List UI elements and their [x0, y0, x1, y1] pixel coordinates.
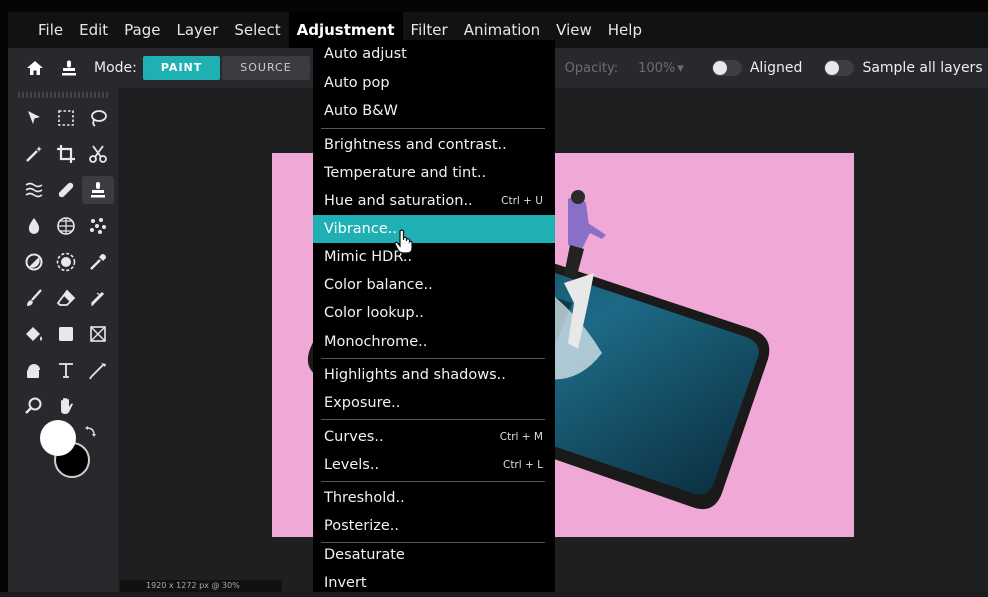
sample-all-layers-toggle[interactable] [824, 60, 855, 76]
menu-help[interactable]: Help [600, 12, 650, 48]
adjustment-menu: Auto adjust Auto pop Auto B&W Brightness… [313, 40, 555, 592]
shortcut-hint: Ctrl + M [499, 431, 543, 443]
blur-icon[interactable] [18, 212, 50, 240]
aligned-label: Aligned [749, 60, 803, 76]
menu-item-levels[interactable]: Levels.. Ctrl + L [313, 451, 555, 479]
menu-separator [321, 128, 545, 129]
pen-icon[interactable] [82, 356, 114, 384]
menu-item-color-balance[interactable]: Color balance.. [313, 271, 555, 299]
menu-item-desaturate[interactable]: Desaturate [313, 541, 555, 569]
mode-paint-button[interactable]: PAINT [142, 56, 221, 80]
move-icon[interactable] [18, 104, 50, 132]
menu-item-exposure[interactable]: Exposure.. [313, 389, 555, 417]
dodge-icon[interactable] [18, 248, 50, 276]
menu-item-label: Exposure.. [324, 395, 401, 411]
menu-item-temperature-tint[interactable]: Temperature and tint.. [313, 159, 555, 187]
zoom-icon[interactable] [18, 392, 50, 420]
menu-item-label: Curves.. [324, 429, 384, 445]
canvas-size-status: 1920 x 1272 px @ 30% [120, 580, 282, 592]
lasso-icon[interactable] [82, 104, 114, 132]
shortcut-hint: Ctrl + L [502, 459, 543, 471]
menu-item-posterize[interactable]: Posterize.. [313, 512, 555, 540]
fill-icon[interactable] [18, 320, 50, 348]
hand-icon[interactable] [50, 392, 82, 420]
menu-item-auto-adjust[interactable]: Auto adjust [313, 40, 555, 68]
liquify-icon[interactable] [18, 176, 50, 204]
swap-colors-icon[interactable] [84, 424, 98, 438]
eyedropper-icon[interactable] [82, 248, 114, 276]
opacity-dropdown-icon[interactable]: ▾ [677, 61, 684, 76]
menu-separator [321, 358, 545, 359]
gradient-icon[interactable] [18, 356, 50, 384]
menu-item-highlights-shadows[interactable]: Highlights and shadows.. [313, 361, 555, 389]
menu-item-auto-bw[interactable]: Auto B&W [313, 97, 555, 125]
aligned-toggle[interactable] [711, 60, 742, 76]
menu-separator [321, 419, 545, 420]
eraser-icon[interactable] [50, 284, 82, 312]
menu-item-label: Auto adjust [324, 46, 407, 62]
menu-item-label: Monochrome.. [324, 334, 428, 350]
menu-file[interactable]: File [30, 12, 71, 48]
panel-grip[interactable] [18, 92, 108, 98]
hand-pointer-cursor-icon [394, 229, 414, 259]
menu-item-label: Color lookup.. [324, 305, 424, 321]
opacity-label: Opacity: [564, 60, 619, 76]
menu-item-brightness-contrast[interactable]: Brightness and contrast.. [313, 131, 555, 159]
menu-item-label: Temperature and tint.. [324, 165, 487, 181]
menu-layer[interactable]: Layer [169, 12, 227, 48]
pencil-icon[interactable] [82, 284, 114, 312]
clone-stamp-tool-icon[interactable] [82, 176, 114, 204]
home-icon[interactable] [24, 57, 46, 79]
text-icon[interactable] [50, 356, 82, 384]
brush-icon[interactable] [18, 284, 50, 312]
sponge-icon[interactable] [50, 212, 82, 240]
menu-item-auto-pop[interactable]: Auto pop [313, 69, 555, 97]
menu-separator [321, 481, 545, 482]
shape-icon[interactable] [50, 320, 82, 348]
magic-wand-icon[interactable] [18, 140, 50, 168]
menu-item-curves[interactable]: Curves.. Ctrl + M [313, 423, 555, 451]
sample-all-layers-label: Sample all layers [862, 60, 983, 76]
menu-item-vibrance[interactable]: Vibrance.. [313, 215, 555, 243]
crop-icon[interactable] [50, 140, 82, 168]
menu-item-label: Vibrance.. [324, 221, 397, 237]
scissors-icon[interactable] [82, 140, 114, 168]
menu-item-label: Threshold.. [324, 490, 405, 506]
burn-icon[interactable] [50, 248, 82, 276]
window-frame-top [0, 0, 988, 12]
menu-item-invert[interactable]: Invert [313, 569, 555, 597]
menu-item-label: Levels.. [324, 457, 380, 473]
menu-view[interactable]: View [548, 12, 600, 48]
menu-item-label: Posterize.. [324, 518, 399, 534]
shortcut-hint: Ctrl + U [501, 195, 543, 207]
menu-item-label: Color balance.. [324, 277, 433, 293]
menu-select[interactable]: Select [226, 12, 288, 48]
menu-item-color-lookup[interactable]: Color lookup.. [313, 299, 555, 327]
frame-icon[interactable] [82, 320, 114, 348]
noise-icon[interactable] [82, 212, 114, 240]
mode-label: Mode: [94, 60, 137, 76]
menu-item-label: Brightness and contrast.. [324, 137, 507, 153]
menu-item-label: Desaturate [324, 547, 405, 563]
marquee-icon[interactable] [50, 104, 82, 132]
menu-item-label: Hue and saturation.. [324, 193, 473, 209]
heal-icon[interactable] [50, 176, 82, 204]
menu-item-label: Invert [324, 575, 367, 591]
menu-item-label: Highlights and shadows.. [324, 367, 506, 383]
menu-item-label: Auto B&W [324, 103, 398, 119]
menu-item-mimic-hdr[interactable]: Mimic HDR.. [313, 243, 555, 271]
menu-item-label: Auto pop [324, 75, 390, 91]
window-frame-left [0, 0, 8, 592]
mode-source-button[interactable]: SOURCE [222, 56, 310, 80]
menu-item-threshold[interactable]: Threshold.. [313, 484, 555, 512]
foreground-color-swatch[interactable] [40, 420, 76, 456]
opacity-value[interactable]: 100% [638, 61, 675, 76]
menu-item-hue-saturation[interactable]: Hue and saturation.. Ctrl + U [313, 187, 555, 215]
menu-item-monochrome[interactable]: Monochrome.. [313, 328, 555, 356]
menu-edit[interactable]: Edit [71, 12, 116, 48]
menu-page[interactable]: Page [116, 12, 168, 48]
tools-panel [8, 88, 118, 592]
clone-stamp-icon [58, 57, 80, 79]
